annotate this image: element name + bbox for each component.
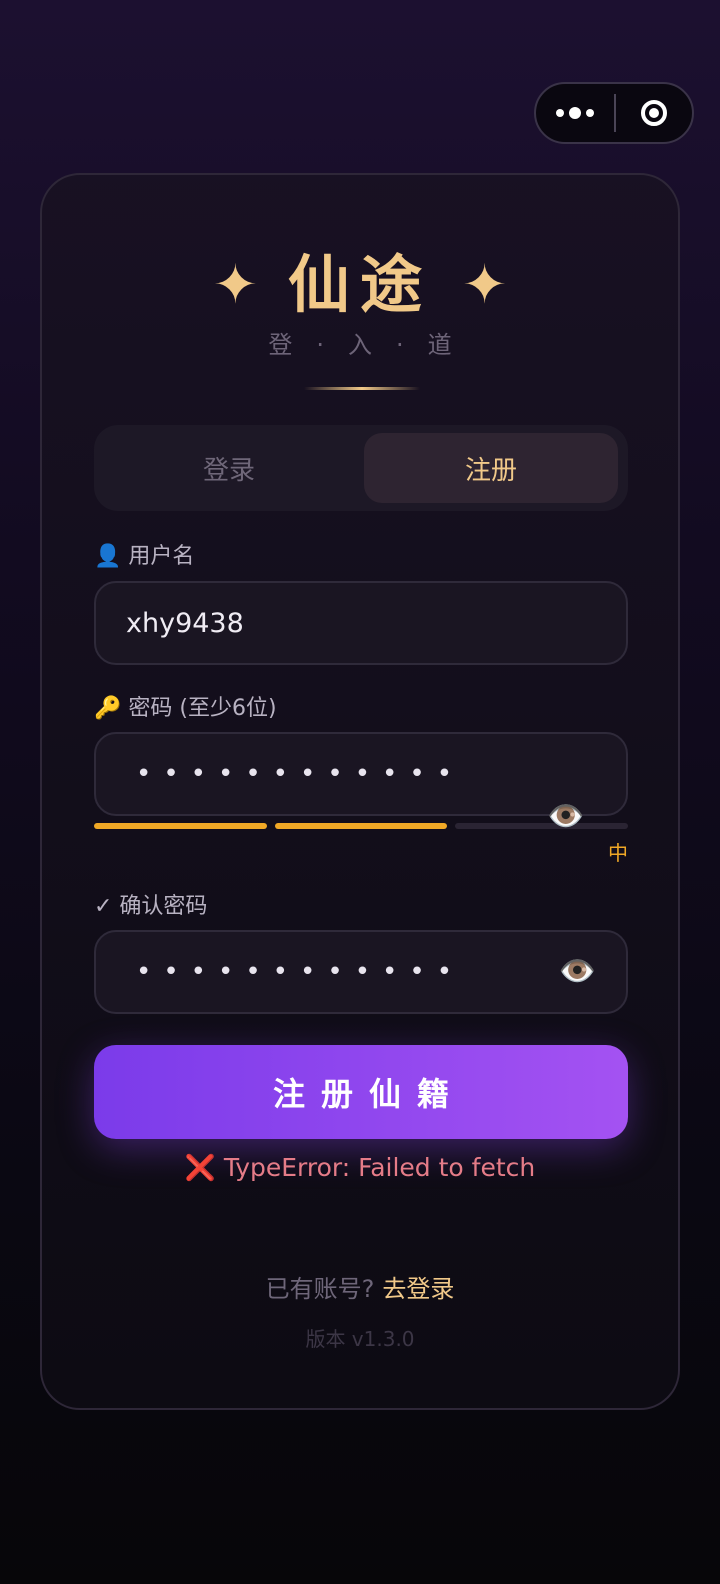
password-strength-label: 中 <box>608 841 628 865</box>
confirm-visibility-eye-icon[interactable]: 👁️ <box>559 957 596 987</box>
strength-segment <box>455 823 629 829</box>
app-title: 仙途 <box>287 248 432 321</box>
target-icon <box>641 100 667 126</box>
sparkle-icon: ✦ <box>462 253 508 316</box>
title-divider <box>304 387 420 390</box>
username-value: xhy9438 <box>126 607 244 639</box>
password-masked-value: •••••••••••• <box>136 759 465 789</box>
auth-tabs: 登录 注册 <box>94 425 628 511</box>
confirm-password-input[interactable]: •••••••••••• 👁️ <box>94 930 628 1014</box>
register-card: ✦ 仙途 ✦ 登·入·道 登录 注册 👤 用户名 xhy9438 🔑 密码 (至… <box>40 173 680 1410</box>
username-label: 👤 用户名 <box>94 544 195 569</box>
more-dots-icon[interactable] <box>536 84 614 142</box>
capsule-close-button[interactable] <box>616 84 692 142</box>
strength-segment <box>94 823 267 829</box>
username-input[interactable]: xhy9438 <box>94 581 628 665</box>
confirm-password-label: ✓ 确认密码 <box>94 894 208 919</box>
password-visibility-eye-icon[interactable]: 👁️ <box>547 802 584 832</box>
confirm-password-masked-value: •••••••••••• <box>136 957 465 987</box>
go-login-link[interactable]: 去登录 <box>382 1275 454 1303</box>
sparkle-icon: ✦ <box>212 253 258 316</box>
strength-segment <box>274 823 448 829</box>
switch-to-login-row: 已有账号? 去登录 <box>42 1269 678 1304</box>
version-text: 版本 v1.3.0 <box>305 1327 415 1351</box>
mini-program-capsule <box>534 82 694 144</box>
tab-register[interactable]: 注册 <box>364 433 618 503</box>
password-label: 🔑 密码 (至少6位) <box>94 696 277 721</box>
title-row: ✦ 仙途 ✦ <box>42 253 678 317</box>
app-subtitle: 登·入·道 <box>268 331 476 359</box>
have-account-text: 已有账号? <box>265 1275 375 1303</box>
register-submit-button[interactable]: 注册仙籍 <box>94 1045 628 1139</box>
tab-login[interactable]: 登录 <box>102 433 356 503</box>
error-message: ❌ TypeError: Failed to fetch <box>184 1153 536 1182</box>
